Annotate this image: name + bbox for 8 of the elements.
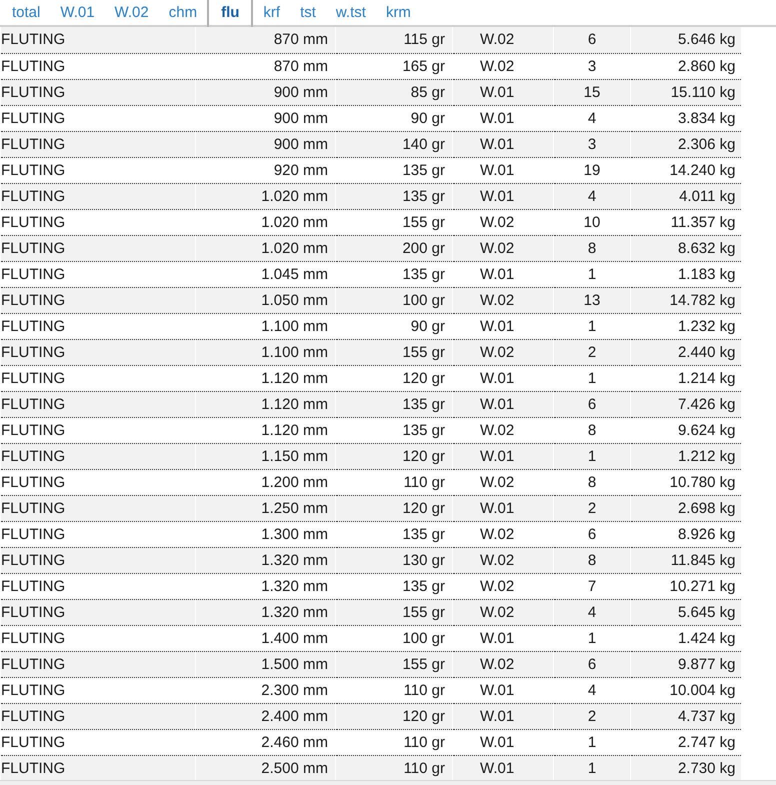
tab[interactable]: W.01: [50, 0, 105, 27]
tab[interactable]: W.02: [104, 0, 159, 27]
tab[interactable]: krf: [253, 0, 290, 27]
tab[interactable]: total: [2, 0, 50, 27]
tab[interactable]: chm: [158, 0, 208, 27]
tab[interactable]: krm: [376, 0, 421, 27]
tab[interactable]: tst: [290, 0, 326, 27]
tab[interactable]: w.tst: [326, 0, 376, 27]
